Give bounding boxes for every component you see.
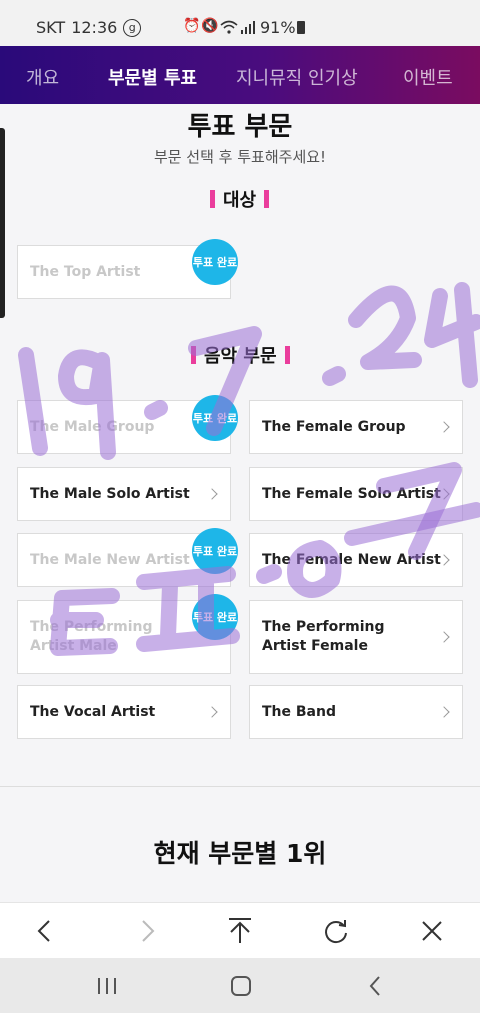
battery-icon [297,21,305,34]
g-icon: g [123,18,142,37]
status-bar: SKT 12:36 g ⏰ 🔇 91% [0,0,480,46]
battery-percent: 91% [260,18,296,37]
category-label: The Female New Artist [262,552,441,568]
category-vocal[interactable]: The Vocal Artist [17,685,231,739]
category-female-new[interactable]: The Female New Artist [249,533,463,587]
close-icon[interactable] [420,919,444,943]
main-content: 투표 부문 부문 선택 후 투표해주세요! 대상 The Top Artist … [0,104,480,902]
category-label: The Male Solo Artist [30,486,190,502]
accent-bar [191,346,196,364]
wifi-icon [220,20,238,34]
category-label: The Vocal Artist [30,704,156,720]
chevron-right-icon [438,706,450,718]
edge-panel-handle[interactable] [0,128,5,318]
section-grand-prize: 대상 [210,186,270,212]
category-performing-female[interactable]: The Performing Artist Female [249,600,463,674]
carrier: SKT [36,18,66,37]
category-male-solo[interactable]: The Male Solo Artist [17,467,231,521]
section-music: 음악 부문 [191,342,290,368]
section-label: 대상 [223,190,257,211]
chevron-right-icon [206,706,218,718]
accent-bar [284,346,290,364]
page-subtitle: 부문 선택 후 투표해주세요! [153,148,327,166]
refresh-icon[interactable] [323,917,349,945]
category-label: The Performing Artist Male [30,619,153,654]
signal-icon [241,21,255,34]
chevron-right-icon [206,488,218,500]
system-back-icon[interactable] [366,975,384,997]
recent-apps-icon[interactable] [96,977,118,995]
page-title: 투표 부문 [187,112,293,142]
category-label: The Male New Artist [30,552,190,568]
forward-icon[interactable] [136,919,158,943]
clock: 12:36 [71,18,118,37]
category-label: The Female Group [262,419,406,435]
tab-overview[interactable]: 개요 [26,64,59,90]
mute-icon: 🔇 [201,18,219,34]
vote-done-badge: 투표 완료 [192,528,238,574]
system-nav-bar [0,958,480,1013]
vote-done-badge: 투표 완료 [192,239,238,285]
tab-event[interactable]: 이벤트 [403,64,453,90]
section-label: 음악 부문 [204,346,277,367]
section-divider [0,786,480,787]
tab-category-vote[interactable]: 부문별 투표 [108,64,197,90]
category-label: The Male Group [30,419,155,435]
home-icon[interactable] [230,975,252,997]
category-female-group[interactable]: The Female Group [249,400,463,454]
ranking-title: 현재 부문별 1위 [153,839,327,868]
category-label: The Female Solo Artist [262,486,441,502]
category-label: The Band [262,704,336,720]
category-band[interactable]: The Band [249,685,463,739]
alarm-icon: ⏰ [183,18,201,34]
category-label: The Performing Artist Female [262,619,385,654]
browser-toolbar [0,902,480,958]
category-label: The Top Artist [30,264,141,280]
chevron-right-icon [438,631,450,643]
scroll-top-icon[interactable] [227,917,253,945]
back-icon[interactable] [34,919,56,943]
category-female-solo[interactable]: The Female Solo Artist [249,467,463,521]
chevron-right-icon [438,421,450,433]
tab-bar: 개요 부문별 투표 지니뮤직 인기상 이벤트 [0,46,480,104]
tab-genie-popularity[interactable]: 지니뮤직 인기상 [236,64,358,90]
accent-bar [264,190,270,208]
vote-done-badge: 투표 완료 [192,395,238,441]
vote-done-badge: 투표 완료 [192,594,238,640]
accent-bar [210,190,215,208]
